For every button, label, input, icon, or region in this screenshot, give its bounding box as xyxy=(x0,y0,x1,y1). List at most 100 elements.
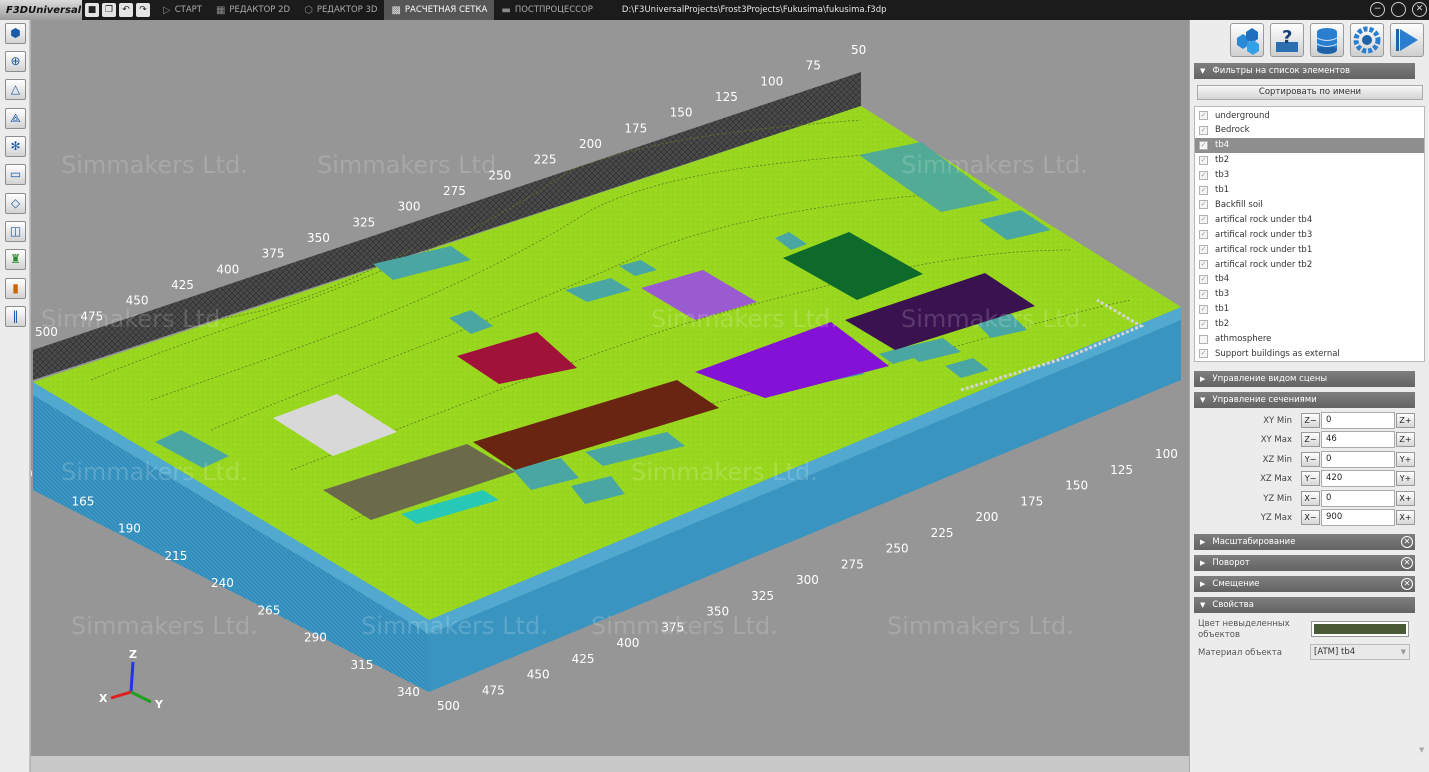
checkbox[interactable]: ✓ xyxy=(1199,260,1208,269)
section-cut-input[interactable]: 0 xyxy=(1321,412,1395,429)
copy-icon[interactable]: ❐ xyxy=(102,3,116,17)
checkbox[interactable]: ✓ xyxy=(1199,185,1208,195)
axis-tick-label: 475 xyxy=(482,683,505,697)
list-item[interactable]: ✓ artifical rock under tb2 xyxy=(1195,257,1424,272)
checkbox[interactable]: ✓ xyxy=(1199,289,1208,299)
box-front-icon[interactable]: ▭ xyxy=(5,164,26,185)
bar-chart-icon[interactable]: ▮ xyxy=(5,278,26,299)
list-item[interactable]: ✓ Bedrock xyxy=(1195,123,1424,138)
checkbox[interactable]: ✓ xyxy=(1199,125,1208,135)
checkbox[interactable]: ✓ xyxy=(1199,349,1208,359)
scene-view-header[interactable]: ▶ Управление видом сцены xyxy=(1194,371,1415,387)
save-icon[interactable]: ■ xyxy=(85,3,99,17)
decrement-button[interactable]: X− xyxy=(1301,510,1320,525)
checkbox[interactable]: ✓ xyxy=(1199,140,1208,150)
decrement-button[interactable]: Y− xyxy=(1301,451,1320,467)
section-cut-input[interactable]: 420 xyxy=(1321,470,1395,488)
undo-icon[interactable]: ↶ xyxy=(119,3,133,17)
tab-editor-3d[interactable]: ⬡ РЕДАКТОР 3D xyxy=(297,0,384,20)
help-book-icon[interactable]: ? xyxy=(1270,23,1304,57)
scroll-down-icon[interactable]: ▼ xyxy=(1419,746,1424,754)
reset-icon[interactable]: ✕ xyxy=(1401,536,1413,548)
decrement-button[interactable]: Z− xyxy=(1301,432,1320,448)
decrement-button[interactable]: Y− xyxy=(1301,471,1320,487)
rotation-header[interactable]: ▶ Поворот ✕ xyxy=(1194,555,1415,571)
list-item[interactable]: ✓ tb3 xyxy=(1195,168,1424,183)
checkbox[interactable]: ✓ xyxy=(1199,200,1208,210)
reset-icon[interactable]: ✕ xyxy=(1401,557,1413,569)
mesh-wire-dense-icon[interactable]: ⟁ xyxy=(5,108,26,129)
mesh-wire-icon[interactable]: △ xyxy=(5,79,26,100)
offset-header[interactable]: ▶ Смещение ✕ xyxy=(1194,576,1415,592)
tab-mesh[interactable]: ▩ РАСЧЕТНАЯ СЕТКА xyxy=(384,0,495,20)
box-side-icon[interactable]: ◫ xyxy=(5,221,26,242)
list-item[interactable]: ✓ tb4 xyxy=(1195,272,1424,287)
list-item[interactable]: ✓ Support buildings as external xyxy=(1195,346,1424,361)
play-icon[interactable] xyxy=(1390,23,1424,57)
increment-button[interactable]: X+ xyxy=(1396,490,1415,506)
decrement-button[interactable]: Z− xyxy=(1301,413,1320,428)
list-item[interactable]: ✓ tb4 xyxy=(1195,137,1424,153)
checkbox[interactable]: ✓ xyxy=(1199,215,1208,225)
snowflake-icon[interactable]: ✻ xyxy=(5,136,26,157)
list-item[interactable]: ✓ tb2 xyxy=(1195,317,1424,332)
section-cut-input[interactable]: 900 xyxy=(1321,509,1395,526)
sort-by-name-button[interactable]: Сортировать по имени xyxy=(1197,85,1423,100)
list-item[interactable]: ✓ artifical rock under tb4 xyxy=(1195,212,1424,227)
increment-button[interactable]: Y+ xyxy=(1396,471,1415,487)
view-cube-icon[interactable]: ⬢ xyxy=(5,23,26,44)
tab-editor-2d[interactable]: ▦ РЕДАКТОР 2D xyxy=(209,0,297,20)
gear-icon[interactable] xyxy=(1350,23,1384,57)
zoom-icon[interactable]: ⊕ xyxy=(5,51,26,72)
list-item[interactable]: ✓ artifical rock under tb3 xyxy=(1195,227,1424,242)
axis-tick-label: 125 xyxy=(715,90,738,104)
checkbox[interactable]: ✓ xyxy=(1199,230,1208,240)
decrement-button[interactable]: X− xyxy=(1301,490,1320,506)
checkbox[interactable]: ✓ xyxy=(1199,319,1208,329)
element-list[interactable]: ✓ underground ✓ Bedrock ✓ tb4 ✓ tb2 ✓ tb3 ✓ tb1 ✓ Bac… xyxy=(1194,106,1425,362)
close-icon[interactable]: ✕ xyxy=(1412,2,1427,17)
section-cut-input[interactable]: 46 xyxy=(1321,431,1395,449)
checkbox[interactable] xyxy=(1199,334,1208,344)
list-item[interactable]: ✓ Backfill soil xyxy=(1195,197,1424,212)
increment-button[interactable]: Z+ xyxy=(1396,413,1415,428)
redo-icon[interactable]: ↷ xyxy=(136,3,150,17)
increment-button[interactable]: X+ xyxy=(1396,510,1415,525)
pause-icon[interactable]: ‖ xyxy=(5,306,26,327)
section-cut-input[interactable]: 0 xyxy=(1321,489,1395,507)
checkbox[interactable]: ✓ xyxy=(1199,274,1208,284)
increment-button[interactable]: Y+ xyxy=(1396,451,1415,467)
maximize-icon[interactable] xyxy=(1391,2,1406,17)
checkbox[interactable]: ✓ xyxy=(1199,155,1208,165)
tab-postprocessor[interactable]: ▬ ПОСТПРОЦЕССОР xyxy=(494,0,600,20)
database-icon[interactable] xyxy=(1310,23,1344,57)
checkbox[interactable]: ✓ xyxy=(1199,304,1208,314)
increment-button[interactable]: Z+ xyxy=(1396,432,1415,448)
material-select[interactable]: [ATM] tb4 ▼ xyxy=(1310,644,1410,660)
svg-text:?: ? xyxy=(1282,27,1292,48)
color-swatch[interactable] xyxy=(1311,621,1409,637)
list-item[interactable]: ✓ underground xyxy=(1195,108,1424,123)
list-item[interactable]: ✓ tb1 xyxy=(1195,302,1424,317)
molecules-icon[interactable] xyxy=(1230,23,1264,57)
scaling-header[interactable]: ▶ Масштабирование ✕ xyxy=(1194,534,1415,550)
box-iso-icon[interactable]: ◇ xyxy=(5,193,26,214)
checkbox[interactable]: ✓ xyxy=(1199,245,1208,255)
axis-tick-label: 50 xyxy=(851,43,866,57)
figure-icon[interactable]: ♜ xyxy=(5,249,26,270)
checkbox[interactable]: ✓ xyxy=(1199,111,1208,120)
list-item[interactable]: ✓ artifical rock under tb1 xyxy=(1195,242,1424,257)
list-item[interactable]: ✓ tb3 xyxy=(1195,287,1424,302)
list-item[interactable]: athmosphere xyxy=(1195,332,1424,347)
section-cut-input[interactable]: 0 xyxy=(1321,450,1395,468)
list-item[interactable]: ✓ tb1 xyxy=(1195,183,1424,198)
reset-icon[interactable]: ✕ xyxy=(1401,578,1413,590)
minimize-icon[interactable]: − xyxy=(1370,2,1385,17)
checkbox[interactable]: ✓ xyxy=(1199,170,1208,180)
3d-viewport[interactable]: 50 75 100 125 150 175 200 225 250 275 300 325 350 375… xyxy=(31,20,1189,756)
sections-header[interactable]: ▼ Управление сечениями xyxy=(1194,392,1415,408)
properties-header[interactable]: ▼ Свойства xyxy=(1194,597,1415,613)
tab-start[interactable]: ▷ СТАРТ xyxy=(156,0,209,20)
list-item[interactable]: ✓ tb2 xyxy=(1195,153,1424,168)
filters-header[interactable]: ▼ Фильтры на список элементов xyxy=(1194,63,1415,79)
